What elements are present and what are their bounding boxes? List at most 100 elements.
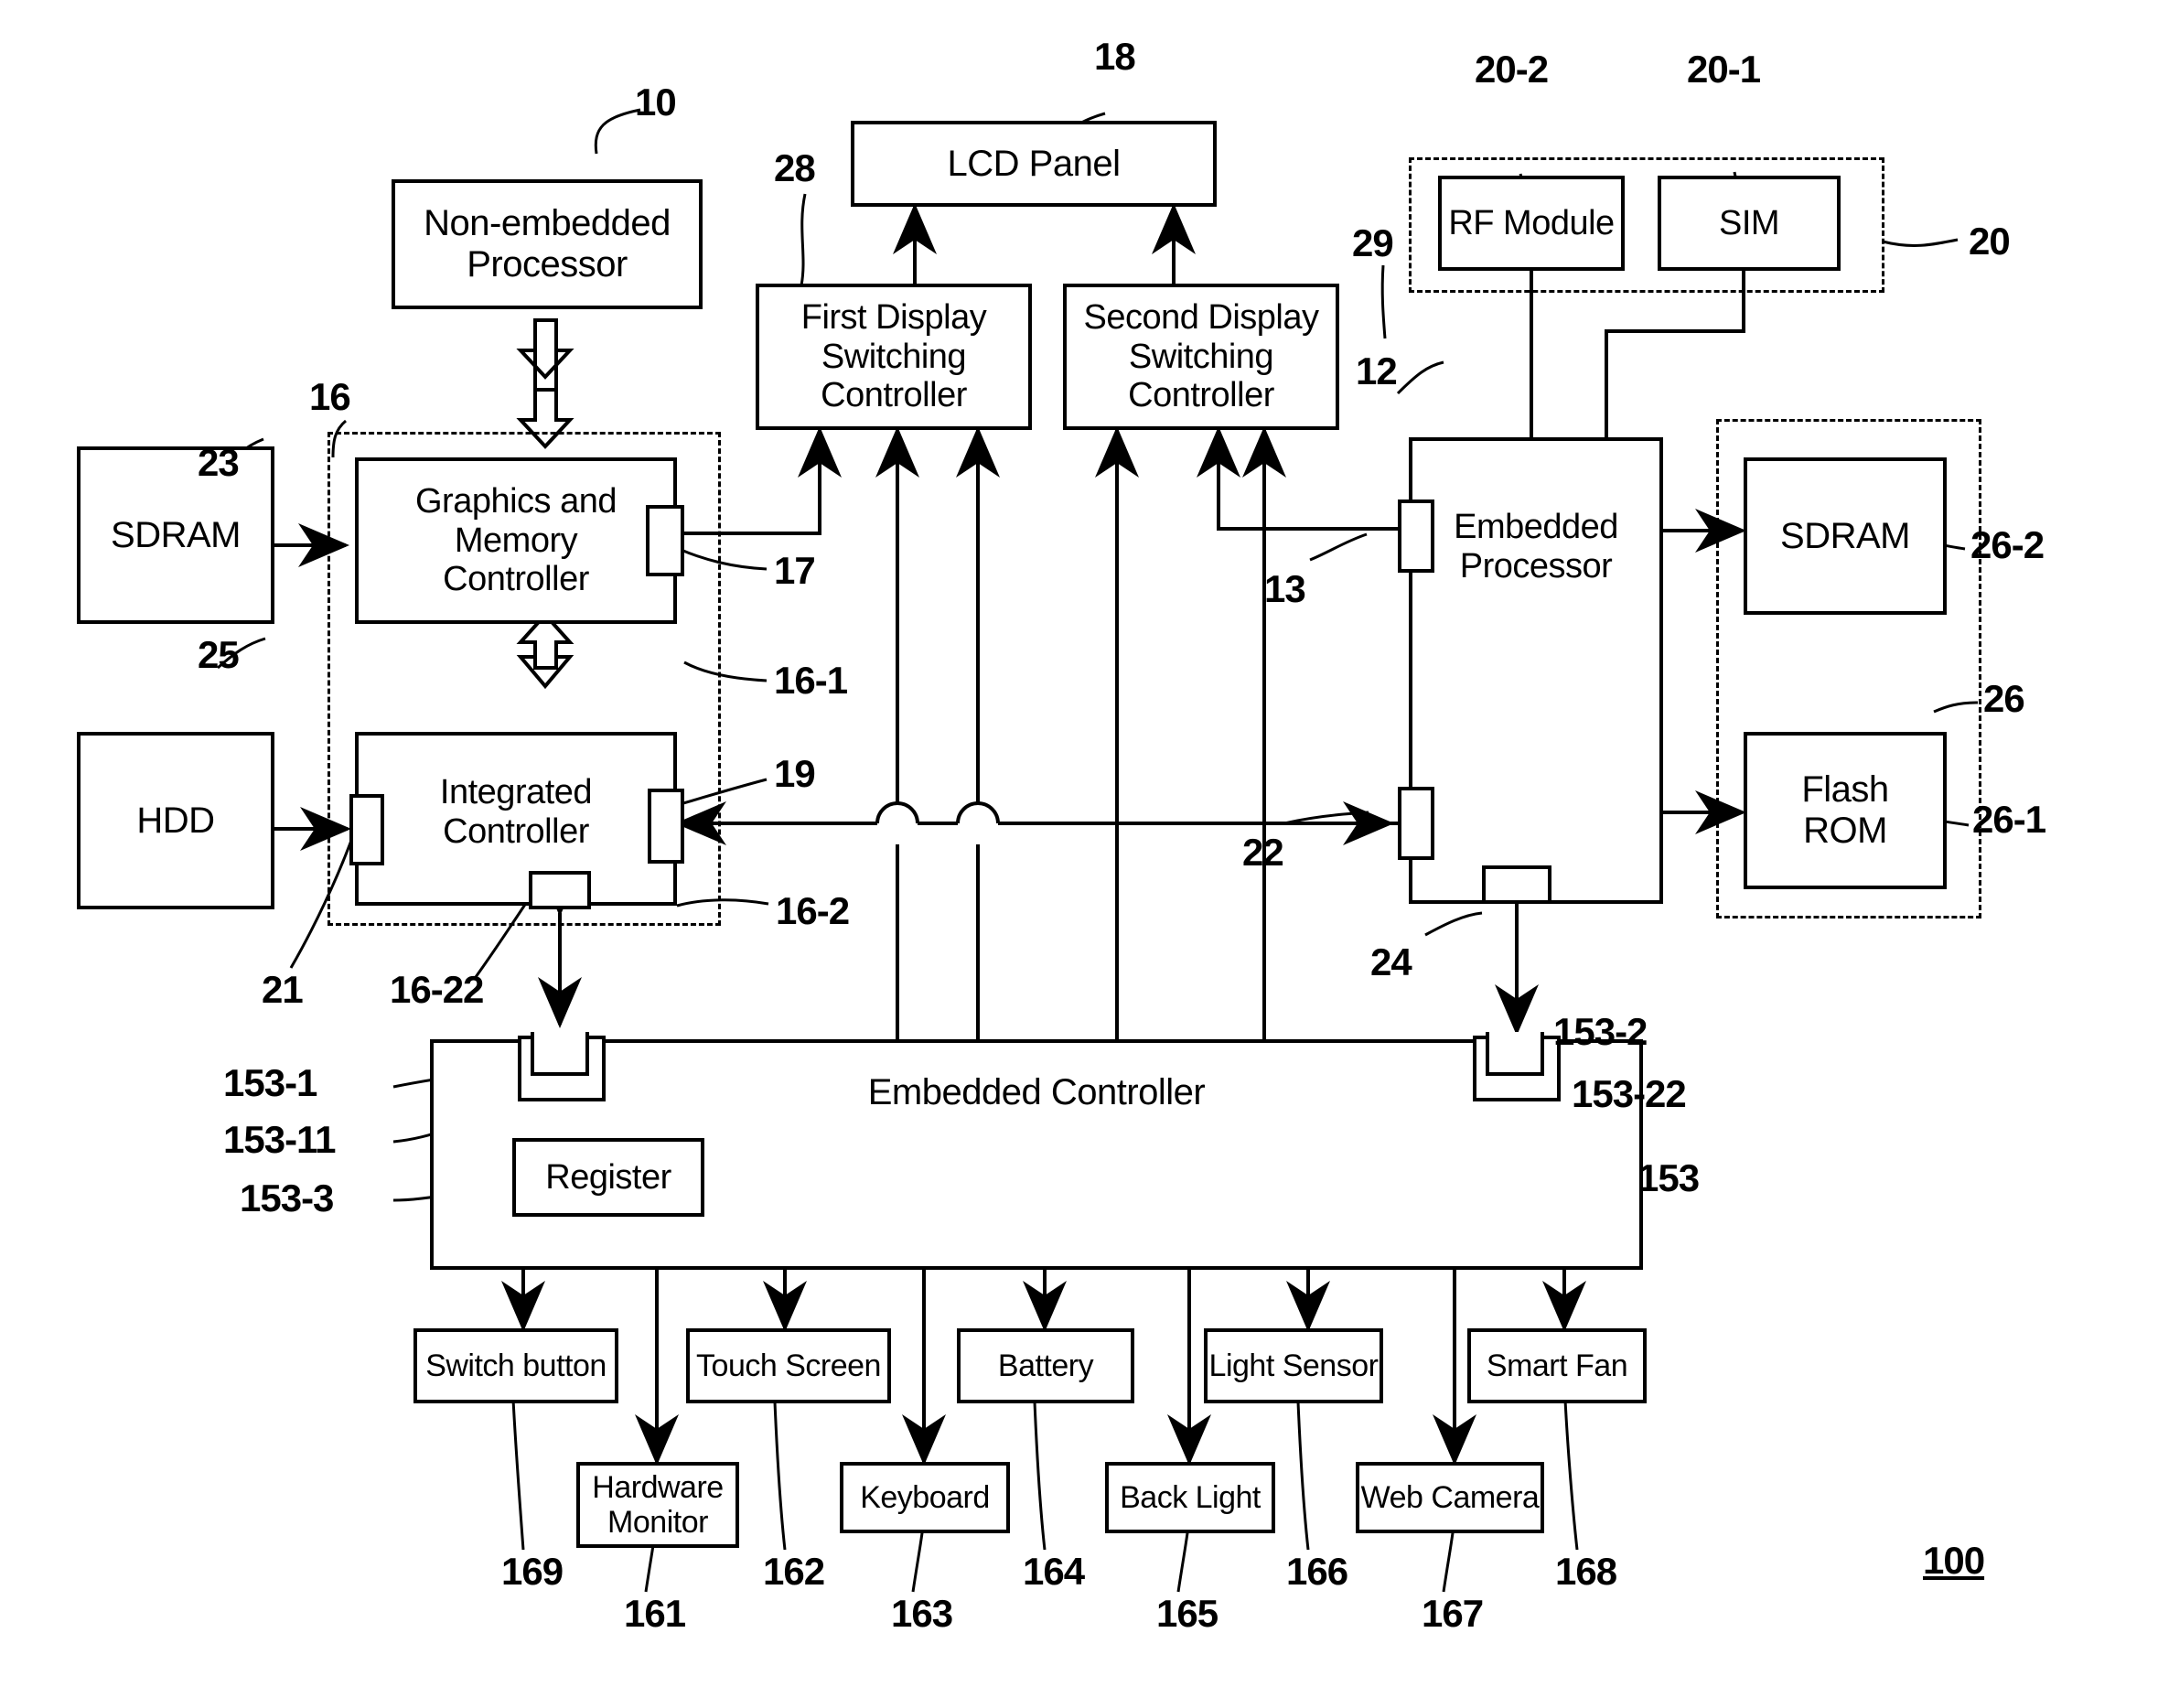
block-light-sensor[interactable]: Light Sensor [1204, 1328, 1383, 1403]
label-first-dsc-line2: Switching Controller [821, 337, 967, 415]
label-non-embedded-processor-line2: Processor [467, 244, 628, 285]
ref-26-2: 26-2 [1970, 523, 2045, 566]
ref-19: 19 [774, 752, 816, 795]
block-sdram-right[interactable]: SDRAM [1744, 457, 1947, 615]
ref-18: 18 [1094, 35, 1136, 78]
ref-16-2: 16-2 [776, 889, 850, 932]
block-web-camera[interactable]: Web Camera [1356, 1462, 1544, 1533]
label-hardware-monitor-line2: Monitor [607, 1505, 708, 1540]
label-sim: SIM [1718, 203, 1780, 242]
block-lcd-panel[interactable]: LCD Panel [851, 121, 1217, 207]
ref-17: 17 [774, 549, 816, 592]
ref-20: 20 [1969, 220, 2011, 263]
ref-21: 21 [262, 968, 304, 1011]
port-153-2[interactable] [1486, 1032, 1544, 1076]
block-sim[interactable]: SIM [1658, 176, 1841, 271]
label-first-dsc-line1: First Display [800, 298, 987, 338]
block-flash-rom[interactable]: Flash ROM [1744, 732, 1947, 889]
label-lcd-panel: LCD Panel [947, 143, 1121, 184]
label-touch-screen: Touch Screen [696, 1348, 881, 1383]
ref-26: 26 [1983, 677, 2025, 720]
label-rf-module: RF Module [1448, 203, 1615, 242]
label-gmc-line1: Graphics and [414, 482, 617, 521]
ref-22: 22 [1242, 831, 1284, 874]
label-second-dsc-line1: Second Display [1083, 298, 1319, 338]
ref-29: 29 [1352, 221, 1394, 264]
block-battery[interactable]: Battery [957, 1328, 1134, 1403]
ref-153-1: 153-1 [223, 1061, 317, 1104]
label-embedded-processor-line1: Embedded [1454, 508, 1618, 547]
label-flash-rom-line1: Flash [1801, 769, 1889, 811]
label-sdram-right: SDRAM [1780, 515, 1910, 556]
label-gmc-line2: Memory [454, 521, 578, 560]
port-22[interactable] [1398, 787, 1434, 860]
block-sdram-left[interactable]: SDRAM [77, 446, 274, 624]
ref-161: 161 [624, 1592, 686, 1635]
ref-164: 164 [1023, 1550, 1085, 1593]
label-sdram-left: SDRAM [111, 514, 241, 555]
label-battery: Battery [997, 1348, 1094, 1383]
port-153-11[interactable] [531, 1032, 589, 1076]
block-embedded-processor[interactable]: Embedded Processor [1409, 437, 1663, 904]
block-non-embedded-processor[interactable]: Non-embedded Processor [392, 179, 703, 309]
ref-153-11: 153-11 [223, 1118, 336, 1161]
label-keyboard: Keyboard [860, 1479, 990, 1515]
block-keyboard[interactable]: Keyboard [840, 1462, 1010, 1533]
ref-26-1: 26-1 [1972, 798, 2046, 841]
block-second-display-switching-controller[interactable]: Second Display Switching Controller [1063, 284, 1339, 430]
ref-168: 168 [1555, 1550, 1617, 1593]
ref-153-2: 153-2 [1553, 1010, 1648, 1053]
block-touch-screen[interactable]: Touch Screen [686, 1328, 891, 1403]
port-19[interactable] [648, 789, 684, 864]
port-21[interactable] [349, 794, 384, 865]
ref-162: 162 [763, 1550, 825, 1593]
block-integrated-controller[interactable]: Integrated Controller [355, 732, 677, 906]
ref-12: 12 [1356, 349, 1398, 392]
label-register: Register [545, 1157, 671, 1197]
block-graphics-memory-controller[interactable]: Graphics and Memory Controller [355, 457, 677, 624]
ref-23: 23 [198, 441, 240, 484]
ref-153-3: 153-3 [240, 1176, 334, 1219]
label-integrated-controller-line1: Integrated [439, 773, 593, 812]
ref-163: 163 [891, 1592, 953, 1635]
label-non-embedded-processor-line1: Non-embedded [424, 203, 671, 244]
label-hdd: HDD [136, 800, 215, 841]
label-gmc-line3: Controller [443, 560, 589, 599]
ref-169: 169 [501, 1550, 564, 1593]
label-integrated-controller-line2: Controller [443, 812, 589, 851]
ref-166: 166 [1286, 1550, 1348, 1593]
ref-153: 153 [1637, 1156, 1700, 1199]
label-embedded-processor-line2: Processor [1459, 547, 1613, 585]
label-switch-button: Switch button [425, 1348, 607, 1383]
block-hdd[interactable]: HDD [77, 732, 274, 909]
ref-24: 24 [1370, 940, 1412, 983]
ref-28: 28 [774, 146, 816, 189]
port-17[interactable] [646, 505, 684, 576]
ref-165: 165 [1156, 1592, 1219, 1635]
ref-20-2: 20-2 [1475, 48, 1549, 91]
label-smart-fan: Smart Fan [1486, 1348, 1628, 1383]
patent-figure-canvas: Non-embedded Processor LCD Panel First D… [0, 0, 2158, 1708]
port-24[interactable] [1482, 865, 1551, 904]
ref-20-1: 20-1 [1687, 48, 1761, 91]
block-rf-module[interactable]: RF Module [1438, 176, 1625, 271]
ref-167: 167 [1422, 1592, 1484, 1635]
label-flash-rom-line2: ROM [1803, 811, 1887, 851]
port-13[interactable] [1398, 500, 1434, 573]
label-second-dsc-line2: Switching Controller [1128, 337, 1274, 415]
port-16-22[interactable] [529, 871, 591, 909]
ref-16: 16 [309, 375, 351, 418]
block-switch-button[interactable]: Switch button [413, 1328, 618, 1403]
label-light-sensor: Light Sensor [1208, 1348, 1379, 1383]
block-smart-fan[interactable]: Smart Fan [1467, 1328, 1647, 1403]
ref-16-22: 16-22 [390, 968, 484, 1011]
ref-153-22: 153-22 [1572, 1072, 1687, 1115]
ref-13: 13 [1264, 567, 1306, 610]
block-back-light[interactable]: Back Light [1105, 1462, 1275, 1533]
block-hardware-monitor[interactable]: Hardware Monitor [576, 1462, 739, 1548]
ref-25: 25 [198, 633, 240, 676]
ref-100: 100 [1923, 1539, 1985, 1582]
block-first-display-switching-controller[interactable]: First Display Switching Controller [756, 284, 1032, 430]
block-register[interactable]: Register [512, 1138, 704, 1217]
label-web-camera: Web Camera [1360, 1479, 1540, 1515]
